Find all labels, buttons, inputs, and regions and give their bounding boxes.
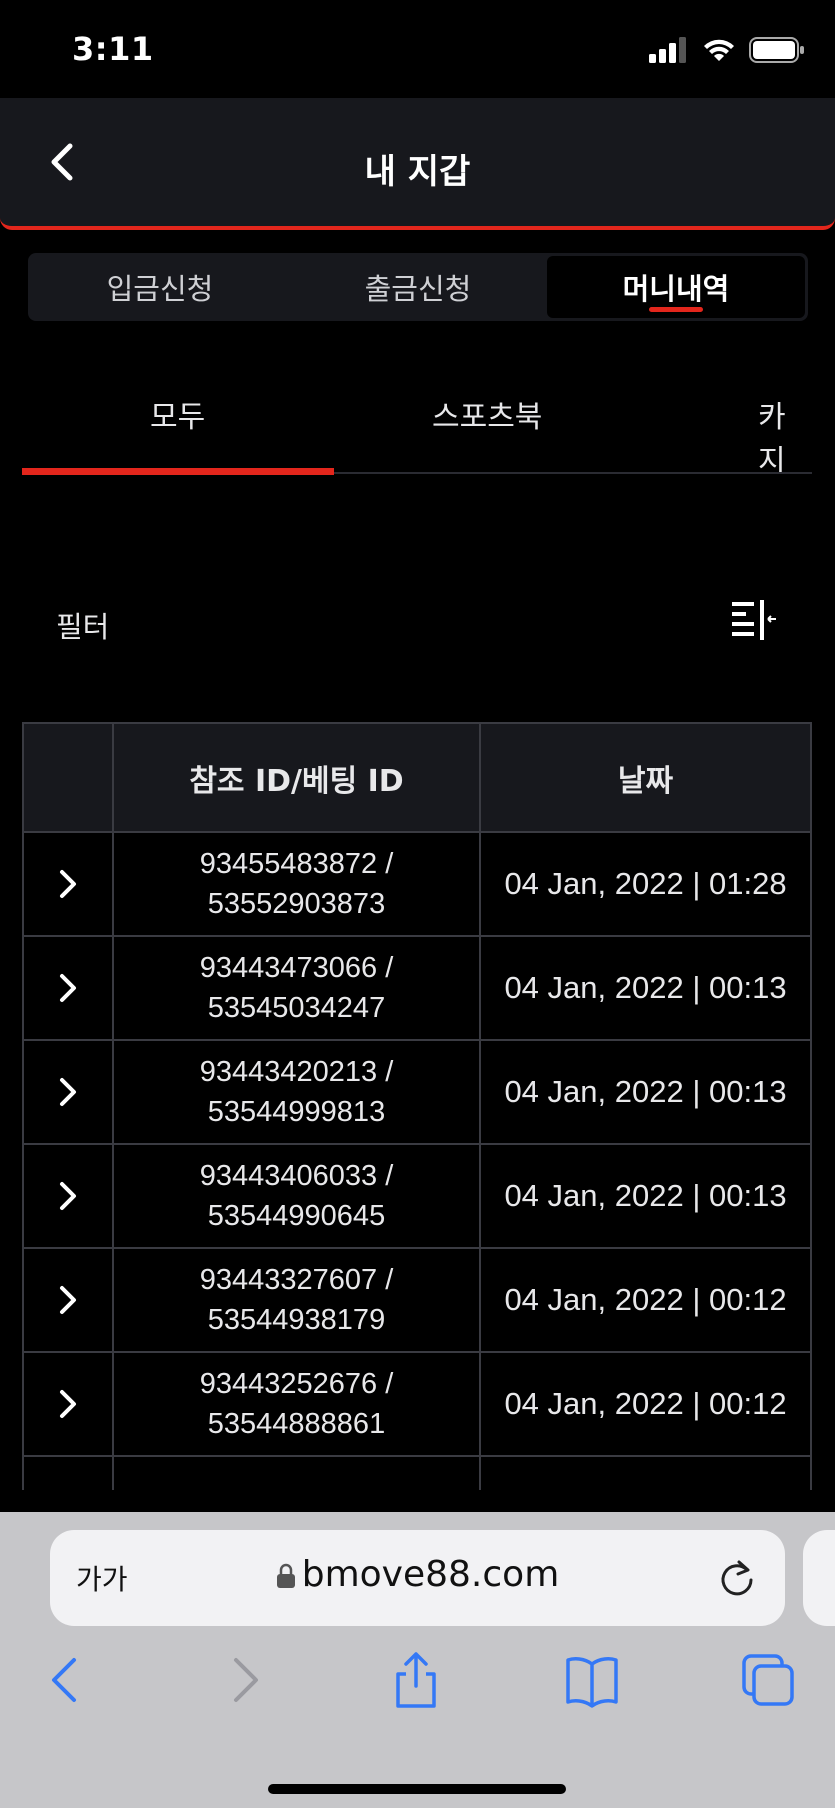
page-title: 내 지갑 [364, 152, 471, 192]
date-cell: 04 Jan, 2022 | 00:12 [479, 1249, 812, 1351]
expand-cell[interactable] [22, 1353, 112, 1455]
browser-forward-icon[interactable] [214, 1650, 274, 1710]
wallet-screen: 3:11 내 지갑 입금신청 출금신청 머니내역 모두 스포츠북 카지 필터 참… [0, 0, 835, 1808]
table-header-row: 참조 ID/베팅 ID 날짜 [22, 722, 812, 833]
tab-label: 입금신청 [106, 272, 214, 306]
expand-cell[interactable] [22, 1145, 112, 1247]
table-row[interactable]: 93455483872 / 53552903873 04 Jan, 2022 | 0… [22, 833, 812, 937]
url-text: bmove88.com [301, 1554, 560, 1595]
active-tab-indicator [649, 307, 703, 312]
reference-id: 93443473066 / [199, 952, 394, 984]
table-row[interactable]: 93443473066 / 53545034247 04 Jan, 2022 | 0… [22, 937, 812, 1041]
date-cell: 04 Jan, 2022 | 00:13 [479, 1145, 812, 1247]
reference-id: 93442601719 / [200, 1488, 394, 1490]
bet-id: 53552903873 [207, 888, 386, 920]
expand-cell[interactable] [22, 1249, 112, 1351]
next-tab-preview[interactable] [803, 1530, 835, 1626]
status-time: 3:11 [72, 30, 154, 68]
transaction-date: 04 Jan, 2022 | 00:12 [504, 1386, 787, 1421]
reference-id-cell: 93442601719 / [112, 1457, 479, 1490]
transaction-date: 04 Jan, 2022 | 01:28 [504, 866, 787, 901]
tab-label: 출금신청 [364, 272, 472, 306]
chevron-right-icon [60, 870, 76, 898]
expand-cell[interactable] [22, 1457, 112, 1490]
active-category-indicator [22, 468, 334, 475]
tab-withdrawal-request[interactable]: 출금신청 [289, 256, 547, 318]
transaction-date: 04 Jan, 2022 | 00:13 [504, 970, 787, 1005]
table-row[interactable]: 93443420213 / 53544999813 04 Jan, 2022 | 0… [22, 1041, 812, 1145]
reference-id-cell: 93443473066 / 53545034247 [112, 937, 479, 1039]
reference-id: 93443420213 / [199, 1056, 394, 1088]
bet-id: 53544990645 [207, 1200, 386, 1232]
date-cell [479, 1457, 812, 1490]
transaction-date: 04 Jan, 2022 | 00:13 [504, 1074, 787, 1109]
table-row[interactable]: 93442601719 / [22, 1457, 812, 1490]
bet-id: 53544999813 [207, 1096, 386, 1128]
expand-cell[interactable] [22, 937, 112, 1039]
table-body: 93455483872 / 53552903873 04 Jan, 2022 | 0… [22, 833, 812, 1490]
chevron-right-icon [60, 1286, 76, 1314]
home-indicator [268, 1784, 566, 1794]
table-row[interactable]: 93443252676 / 53544888861 04 Jan, 2022 | 0… [22, 1353, 812, 1457]
browser-toolbar [0, 1650, 835, 1740]
status-bar: 3:11 [0, 0, 835, 98]
app-header: 내 지갑 [0, 98, 835, 230]
reference-id-cell: 93443420213 / 53544999813 [112, 1041, 479, 1143]
reference-id: 93443327607 / [199, 1264, 394, 1296]
money-history-table: 참조 ID/베팅 ID 날짜 93455483872 / 53552903873 0… [22, 722, 812, 1490]
chevron-right-icon [60, 974, 76, 1002]
reference-id-cell: 93443406033 / 53544990645 [112, 1145, 479, 1247]
category-tabs: 모두 스포츠북 카지 [22, 360, 812, 479]
address-bar[interactable]: 가가 bmove88.com [50, 1530, 785, 1626]
date-cell: 04 Jan, 2022 | 00:13 [479, 1041, 812, 1143]
chevron-right-icon [60, 1182, 76, 1210]
date-cell: 04 Jan, 2022 | 00:13 [479, 937, 812, 1039]
header-expand [22, 724, 112, 831]
expand-cell[interactable] [22, 1041, 112, 1143]
bet-id: 53545034247 [207, 992, 386, 1024]
reference-id-cell: 93455483872 / 53552903873 [112, 833, 479, 935]
tabs-icon[interactable] [738, 1650, 798, 1710]
reference-id-cell: 93443252676 / 53544888861 [112, 1353, 479, 1455]
tab-sportsbook[interactable]: 스포츠북 [432, 392, 542, 436]
date-cell: 04 Jan, 2022 | 00:12 [479, 1353, 812, 1455]
transaction-date: 04 Jan, 2022 | 00:13 [504, 1178, 787, 1213]
bookmarks-icon[interactable] [562, 1650, 622, 1710]
filter-label: 필터 [56, 610, 110, 644]
tab-casino[interactable]: 카지 [758, 392, 812, 480]
wallet-segment-tabs: 입금신청 출금신청 머니내역 [28, 253, 808, 321]
reload-icon[interactable] [717, 1556, 757, 1600]
transaction-date: 04 Jan, 2022 | 00:12 [504, 1282, 787, 1317]
date-cell: 04 Jan, 2022 | 01:28 [479, 833, 812, 935]
url-display: bmove88.com [50, 1554, 785, 1595]
header-reference-id: 참조 ID/베팅 ID [112, 724, 479, 831]
battery-icon [749, 37, 804, 63]
browser-bottom-bar: 가가 bmove88.com [0, 1512, 835, 1808]
lock-icon [276, 1563, 295, 1588]
table-row[interactable]: 93443327607 / 53544938179 04 Jan, 2022 | 0… [22, 1249, 812, 1353]
chevron-right-icon [60, 1390, 76, 1418]
tab-label: 머니내역 [622, 272, 730, 306]
tab-deposit-request[interactable]: 입금신청 [31, 256, 289, 318]
reference-id: 93455483872 / [199, 848, 394, 880]
browser-back-icon[interactable] [36, 1650, 96, 1710]
bet-id: 53544888861 [207, 1408, 386, 1440]
wifi-icon [704, 39, 734, 61]
filter-toggle-icon[interactable] [730, 598, 778, 642]
tab-money-history[interactable]: 머니내역 [547, 256, 805, 318]
tab-all[interactable]: 모두 [150, 392, 205, 436]
reference-id: 93443252676 / [199, 1368, 394, 1400]
header-date: 날짜 [479, 724, 812, 831]
reference-id-cell: 93443327607 / 53544938179 [112, 1249, 479, 1351]
table-row[interactable]: 93443406033 / 53544990645 04 Jan, 2022 | 0… [22, 1145, 812, 1249]
expand-cell[interactable] [22, 833, 112, 935]
cellular-signal-icon [649, 37, 686, 63]
reference-id: 93443406033 / [199, 1160, 394, 1192]
bet-id: 53544938179 [207, 1304, 386, 1336]
share-icon[interactable] [386, 1650, 446, 1710]
status-icons [649, 36, 805, 64]
chevron-right-icon [60, 1078, 76, 1106]
